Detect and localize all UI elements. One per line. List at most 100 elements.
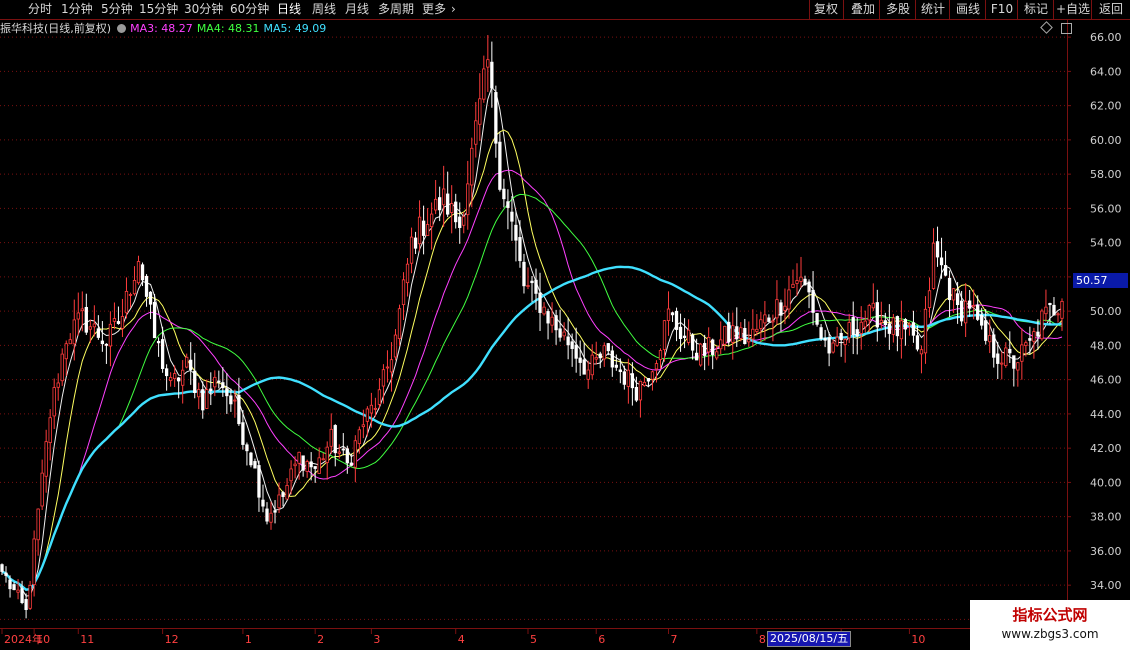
candle[interactable] bbox=[927, 277, 932, 318]
toolbar-button-6[interactable]: 标记 bbox=[1017, 0, 1054, 19]
candle[interactable] bbox=[393, 329, 398, 361]
candle[interactable] bbox=[996, 341, 1000, 379]
candle[interactable] bbox=[670, 311, 675, 322]
candle[interactable] bbox=[52, 378, 56, 430]
candle[interactable] bbox=[333, 424, 337, 467]
candle[interactable] bbox=[4, 566, 8, 583]
toolbar-button-2[interactable]: 多股 bbox=[879, 0, 916, 19]
candle[interactable] bbox=[899, 300, 904, 359]
candle[interactable] bbox=[156, 337, 161, 357]
candle[interactable] bbox=[0, 563, 4, 576]
candle[interactable] bbox=[450, 185, 454, 234]
candle[interactable] bbox=[586, 360, 590, 389]
candle[interactable] bbox=[550, 302, 554, 333]
candle[interactable] bbox=[815, 313, 819, 327]
candle[interactable] bbox=[205, 379, 209, 410]
candle[interactable] bbox=[819, 324, 823, 341]
candle[interactable] bbox=[502, 178, 506, 208]
candle[interactable] bbox=[514, 210, 518, 262]
window-toggle-icon[interactable] bbox=[1061, 23, 1072, 34]
candle[interactable] bbox=[1052, 297, 1056, 316]
candle[interactable] bbox=[807, 279, 811, 309]
candle[interactable] bbox=[225, 373, 229, 414]
candle[interactable] bbox=[791, 269, 795, 288]
candle[interactable] bbox=[201, 381, 205, 419]
candle[interactable] bbox=[707, 327, 711, 366]
candle[interactable] bbox=[56, 373, 60, 401]
candle[interactable] bbox=[799, 256, 803, 288]
candle[interactable] bbox=[112, 302, 117, 330]
candle[interactable] bbox=[823, 329, 827, 348]
candle[interactable] bbox=[935, 226, 940, 267]
candle[interactable] bbox=[755, 314, 759, 336]
candle[interactable] bbox=[277, 482, 281, 514]
candle[interactable] bbox=[128, 292, 133, 308]
candle[interactable] bbox=[727, 312, 731, 346]
candle[interactable] bbox=[526, 267, 530, 290]
period-tab-8[interactable]: 月线 bbox=[345, 0, 369, 19]
candle[interactable] bbox=[939, 237, 944, 279]
candle[interactable] bbox=[466, 160, 470, 230]
candle[interactable] bbox=[486, 35, 490, 92]
candle[interactable] bbox=[281, 490, 285, 507]
candle[interactable] bbox=[871, 283, 875, 311]
period-tab-2[interactable]: 5分钟 bbox=[101, 0, 133, 19]
candle[interactable] bbox=[181, 360, 185, 404]
candle[interactable] bbox=[40, 459, 44, 510]
candle[interactable] bbox=[674, 307, 679, 342]
candle[interactable] bbox=[257, 460, 261, 512]
candle[interactable] bbox=[811, 271, 815, 326]
candle[interactable] bbox=[385, 350, 390, 383]
candle[interactable] bbox=[164, 364, 169, 391]
candle[interactable] bbox=[454, 193, 458, 229]
toolbar-button-0[interactable]: 复权 bbox=[809, 0, 842, 19]
candle[interactable] bbox=[76, 292, 80, 336]
candle[interactable] bbox=[325, 441, 329, 480]
kline-chart[interactable]: 32.0034.0036.0038.0040.0042.0044.0046.00… bbox=[0, 0, 1130, 650]
candle[interactable] bbox=[666, 291, 671, 336]
candle[interactable] bbox=[562, 322, 566, 341]
candle[interactable] bbox=[397, 304, 402, 346]
candle[interactable] bbox=[124, 277, 129, 319]
candle[interactable] bbox=[100, 321, 105, 352]
candle[interactable] bbox=[494, 85, 498, 158]
candle[interactable] bbox=[345, 445, 349, 474]
candle[interactable] bbox=[626, 358, 631, 404]
candle[interactable] bbox=[108, 311, 113, 367]
candle[interactable] bbox=[574, 327, 578, 373]
candle[interactable] bbox=[285, 478, 289, 500]
candle[interactable] bbox=[245, 442, 249, 466]
candle[interactable] bbox=[132, 266, 137, 296]
candle[interactable] bbox=[474, 102, 478, 158]
candle[interactable] bbox=[24, 593, 28, 619]
candle[interactable] bbox=[446, 171, 450, 218]
period-tab-9[interactable]: 多周期 bbox=[378, 0, 414, 19]
candle[interactable] bbox=[795, 263, 799, 296]
candle[interactable] bbox=[759, 311, 763, 342]
candle[interactable] bbox=[1000, 351, 1004, 380]
candle[interactable] bbox=[554, 309, 558, 345]
candle[interactable] bbox=[48, 409, 52, 461]
candle[interactable] bbox=[875, 289, 879, 342]
candle[interactable] bbox=[530, 276, 534, 302]
candle[interactable] bbox=[1004, 342, 1008, 368]
period-tab-5[interactable]: 60分钟 bbox=[230, 0, 269, 19]
candle[interactable] bbox=[498, 132, 502, 192]
candle[interactable] bbox=[353, 435, 357, 483]
candle[interactable] bbox=[401, 272, 406, 320]
toolbar-button-3[interactable]: 统计 bbox=[915, 0, 950, 19]
candle[interactable] bbox=[831, 339, 835, 354]
candle[interactable] bbox=[321, 452, 325, 461]
candle[interactable] bbox=[787, 275, 791, 319]
candle[interactable] bbox=[522, 253, 526, 294]
candle[interactable] bbox=[859, 306, 863, 350]
candle[interactable] bbox=[1008, 331, 1012, 364]
candle[interactable] bbox=[1040, 308, 1044, 341]
candle[interactable] bbox=[598, 351, 602, 369]
period-tab-4[interactable]: 30分钟 bbox=[184, 0, 223, 19]
candle[interactable] bbox=[177, 377, 181, 399]
period-tab-7[interactable]: 周线 bbox=[312, 0, 336, 19]
candle[interactable] bbox=[389, 342, 394, 392]
toolbar-button-5[interactable]: F10 bbox=[985, 0, 1018, 19]
candle[interactable] bbox=[189, 342, 193, 385]
